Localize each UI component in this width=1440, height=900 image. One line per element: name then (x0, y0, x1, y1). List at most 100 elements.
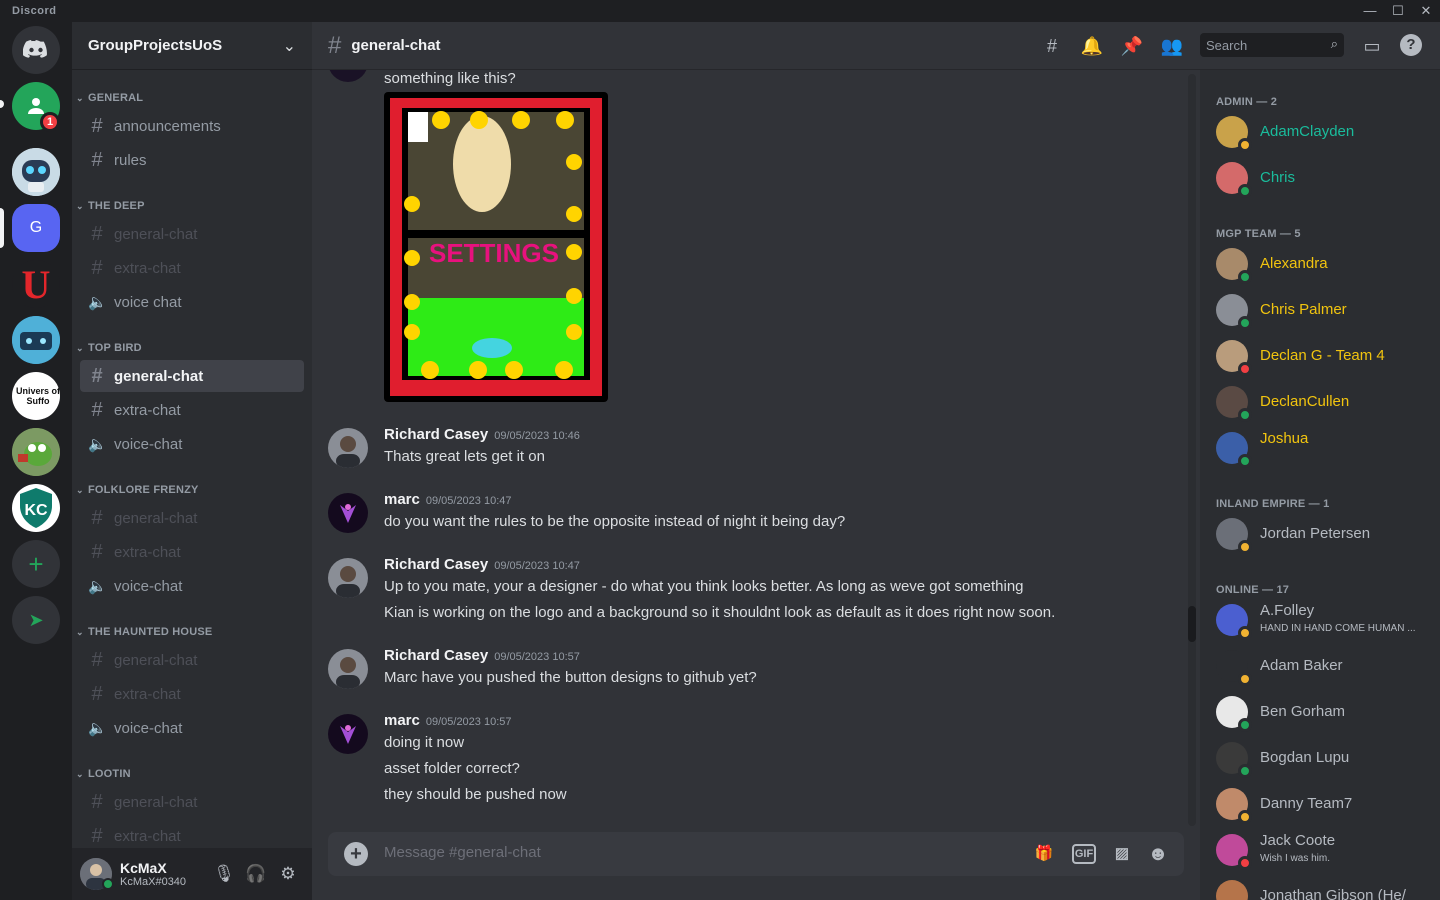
channel-voice-chat[interactable]: 🔈 voice-chat (80, 712, 304, 744)
server-game[interactable] (12, 316, 60, 364)
inbox-icon[interactable]: ▭ (1360, 34, 1384, 58)
member-item[interactable]: DeclanCullen (1208, 381, 1432, 423)
member-item[interactable]: Declan G - Team 4 (1208, 335, 1432, 377)
member-item[interactable]: Ben Gorham (1208, 691, 1432, 733)
category-top-bird[interactable]: ⌄ TOP BIRD (76, 342, 142, 354)
speaker-icon: 🔈 (88, 578, 107, 595)
channel-extra-chat[interactable]: # extra-chat (80, 252, 304, 284)
scrollbar[interactable] (1188, 74, 1196, 826)
channel-general-chat[interactable]: # general-chat (80, 644, 304, 676)
channel-label: voice-chat (114, 719, 183, 737)
gif-button[interactable]: GIF (1072, 844, 1096, 864)
member-group-header: INLAND EMPIRE — 1 (1216, 498, 1330, 510)
threads-icon[interactable]: # (1040, 34, 1064, 58)
add-attachment-icon[interactable]: + (344, 842, 368, 866)
user-tag: KcMaX#0340 (120, 876, 187, 888)
channel-general-chat[interactable]: # general-chat (80, 218, 304, 250)
message-input[interactable]: Message #general-chat (384, 844, 541, 861)
member-name: Chris (1260, 169, 1296, 186)
channel-label: general-chat (114, 509, 198, 527)
channel-general-chat-active[interactable]: # general-chat (80, 360, 304, 392)
maximize-button[interactable]: ☐ (1383, 2, 1413, 20)
message-author[interactable]: marc 09/05/2023 10:57 (384, 712, 512, 729)
category-the-deep[interactable]: ⌄ THE DEEP (76, 200, 145, 212)
avatar[interactable] (328, 428, 368, 468)
help-icon[interactable]: ? (1400, 34, 1422, 56)
channel-label: general-chat (114, 651, 198, 669)
search-input[interactable]: Search ⌕ (1200, 33, 1344, 57)
sticker-icon[interactable]: ▨ (1110, 842, 1134, 866)
server-robot[interactable] (12, 148, 60, 196)
gear-icon[interactable]: ⚙ (276, 862, 300, 886)
category-lootin[interactable]: ⌄ LOOTIN (76, 768, 131, 780)
member-list-icon[interactable]: 👥 (1160, 34, 1184, 58)
member-item[interactable]: Joshua (1208, 427, 1432, 469)
channel-general-chat[interactable]: # general-chat (80, 786, 304, 818)
avatar[interactable] (328, 714, 368, 754)
emoji-icon[interactable]: ☻ (1146, 842, 1170, 866)
server-kermit[interactable] (12, 428, 60, 476)
idle-status-icon (1238, 138, 1252, 152)
member-item[interactable]: Alexandra (1208, 243, 1432, 285)
avatar[interactable] (328, 649, 368, 689)
direct-messages-button[interactable] (12, 26, 60, 74)
message-author[interactable]: Richard Casey 09/05/2023 10:47 (384, 556, 580, 573)
message-item: marc 09/05/2023 10:47 do you want the rul… (328, 491, 1188, 539)
member-item[interactable]: Chris Palmer (1208, 289, 1432, 331)
channel-rules[interactable]: # rules (80, 144, 304, 176)
server-kc[interactable]: KC (12, 484, 60, 532)
online-status-icon (1238, 408, 1252, 422)
category-folklore-frenzy[interactable]: ⌄ FOLKLORE FRENZY (76, 484, 199, 496)
explore-servers-button[interactable]: ➤ (12, 596, 60, 644)
member-item[interactable]: Jack Coote Wish I was him. (1208, 829, 1432, 871)
server-u[interactable]: U (12, 260, 60, 308)
channel-announcements[interactable]: # announcements (80, 110, 304, 142)
member-item[interactable]: Jonathan Gibson (He/ (1208, 875, 1432, 900)
member-name: Adam Baker (1260, 657, 1343, 674)
category-general[interactable]: ⌄ GENERAL (76, 92, 143, 104)
discord-window: Discord — ☐ ✕ 1 G U Univers of Suffo KC … (0, 0, 1440, 900)
member-item[interactable]: Bogdan Lupu (1208, 737, 1432, 779)
online-status-icon (1238, 454, 1252, 468)
gift-icon[interactable]: 🎁 (1032, 842, 1056, 866)
message-text: Thats great lets get it on (384, 448, 545, 465)
member-item[interactable]: Danny Team7 (1208, 783, 1432, 825)
add-server-button[interactable]: + (12, 540, 60, 588)
channel-extra-chat[interactable]: # extra-chat (80, 678, 304, 710)
bell-icon[interactable]: 🔔 (1080, 34, 1104, 58)
member-item[interactable]: Jordan Petersen (1208, 513, 1432, 555)
message-composer[interactable]: + Message #general-chat 🎁 GIF ▨ ☻ (328, 832, 1184, 876)
timestamp: 09/05/2023 10:47 (494, 560, 580, 572)
message-author[interactable]: Richard Casey 09/05/2023 10:57 (384, 647, 580, 664)
channel-voice-chat[interactable]: 🔈 voice-chat (80, 428, 304, 460)
message-text: doing it now (384, 734, 465, 751)
minimize-button[interactable]: — (1355, 2, 1385, 20)
channel-extra-chat[interactable]: # extra-chat (80, 536, 304, 568)
member-item[interactable]: Adam Baker (1208, 645, 1432, 687)
member-item[interactable]: AdamClayden (1208, 111, 1432, 153)
member-item[interactable]: A.Folley HAND IN HAND COME HUMAN ... (1208, 599, 1432, 641)
headphones-icon[interactable]: 🎧 (244, 862, 268, 886)
guild-header[interactable]: GroupProjectsUoS ⌄ (72, 22, 312, 70)
svg-text:SETTINGS: SETTINGS (429, 238, 559, 268)
server-groupprojectsuos[interactable]: G (12, 204, 60, 252)
message-author[interactable]: Richard Casey 09/05/2023 10:46 (384, 426, 580, 443)
chevron-down-icon: ⌄ (76, 626, 84, 637)
close-button[interactable]: ✕ (1411, 2, 1440, 20)
category-the-haunted-house[interactable]: ⌄ THE HAUNTED HOUSE (76, 626, 212, 638)
user-info[interactable]: KcMaX KcMaX#0340 (120, 860, 186, 888)
channel-extra-chat[interactable]: # extra-chat (80, 394, 304, 426)
image-attachment[interactable]: SETTINGS (384, 92, 608, 402)
pin-icon[interactable]: 📌 (1120, 34, 1144, 58)
server-university-of-suffolk[interactable]: Univers of Suffo (12, 372, 60, 420)
hash-icon: # (91, 148, 103, 171)
microphone-icon[interactable]: 🎙 (212, 862, 236, 886)
member-item[interactable]: Chris (1208, 157, 1432, 199)
channel-voice-chat[interactable]: 🔈 voice-chat (80, 570, 304, 602)
avatar[interactable] (328, 493, 368, 533)
channel-general-chat[interactable]: # general-chat (80, 502, 304, 534)
channel-voice-chat[interactable]: 🔈 voice chat (80, 286, 304, 318)
scroll-thumb[interactable] (1188, 606, 1196, 642)
avatar[interactable] (328, 558, 368, 598)
message-author[interactable]: marc 09/05/2023 10:47 (384, 491, 512, 508)
